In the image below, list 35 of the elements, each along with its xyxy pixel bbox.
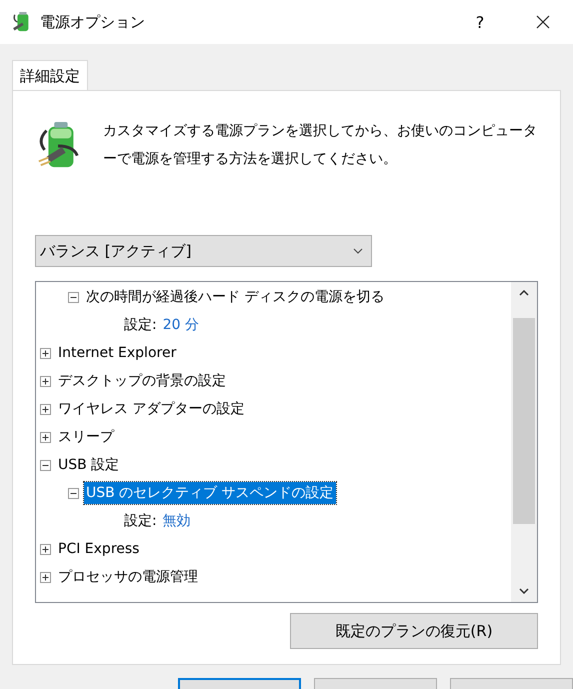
expand-icon[interactable]	[40, 376, 51, 386]
window-title: 電源オプション	[40, 12, 146, 32]
tree-item[interactable]: プロセッサの電源管理	[56, 566, 200, 588]
collapse-icon[interactable]	[68, 292, 79, 302]
tree-item[interactable]: PCI Express	[56, 539, 142, 559]
tree-item[interactable]: Internet Explorer	[56, 343, 178, 363]
collapse-icon[interactable]	[68, 488, 79, 498]
tree-item[interactable]: USB のセレクティブ サスペンドの設定	[84, 482, 336, 504]
scroll-down-icon[interactable]	[519, 588, 529, 594]
restore-defaults-button[interactable]: 既定のプランの復元(R)	[290, 613, 538, 649]
tree-item[interactable]: デスクトップの背景の設定	[56, 370, 228, 392]
plan-dropdown[interactable]: バランス [アクティブ]	[35, 235, 372, 267]
tree-item[interactable]: スリープ	[56, 426, 116, 448]
setting-label: 設定:	[124, 512, 157, 530]
setting-value[interactable]: 無効	[162, 512, 191, 530]
tree-item[interactable]: USB 設定	[56, 454, 122, 476]
expand-icon[interactable]	[40, 572, 51, 582]
tree-item[interactable]: 次の時間が経過後ハード ディスクの電源を切る	[84, 286, 386, 308]
expand-icon[interactable]	[40, 348, 51, 358]
close-icon	[536, 15, 550, 29]
description-text: カスタマイズする電源プランを選択してから、お使いのコンピューターで電源を管理する方法を選択してください。	[103, 122, 538, 169]
tab[interactable]: 詳細設定	[12, 60, 88, 91]
chevron-down-icon	[353, 248, 363, 254]
help-button[interactable]: ?	[457, 0, 503, 44]
scroll-up-icon[interactable]	[519, 290, 529, 296]
expand-icon[interactable]	[40, 432, 51, 442]
dropdown-value: バランス [アクティブ]	[40, 242, 192, 260]
scrollbar-thumb[interactable]	[513, 318, 535, 524]
expand-icon[interactable]	[40, 404, 51, 414]
setting-value[interactable]: 20 分	[162, 316, 199, 334]
setting-label: 設定:	[124, 316, 157, 334]
collapse-icon[interactable]	[40, 460, 51, 470]
tree-item[interactable]: ワイヤレス アダプターの設定	[56, 398, 246, 420]
expand-icon[interactable]	[40, 544, 51, 554]
scrollbar[interactable]	[511, 282, 537, 602]
